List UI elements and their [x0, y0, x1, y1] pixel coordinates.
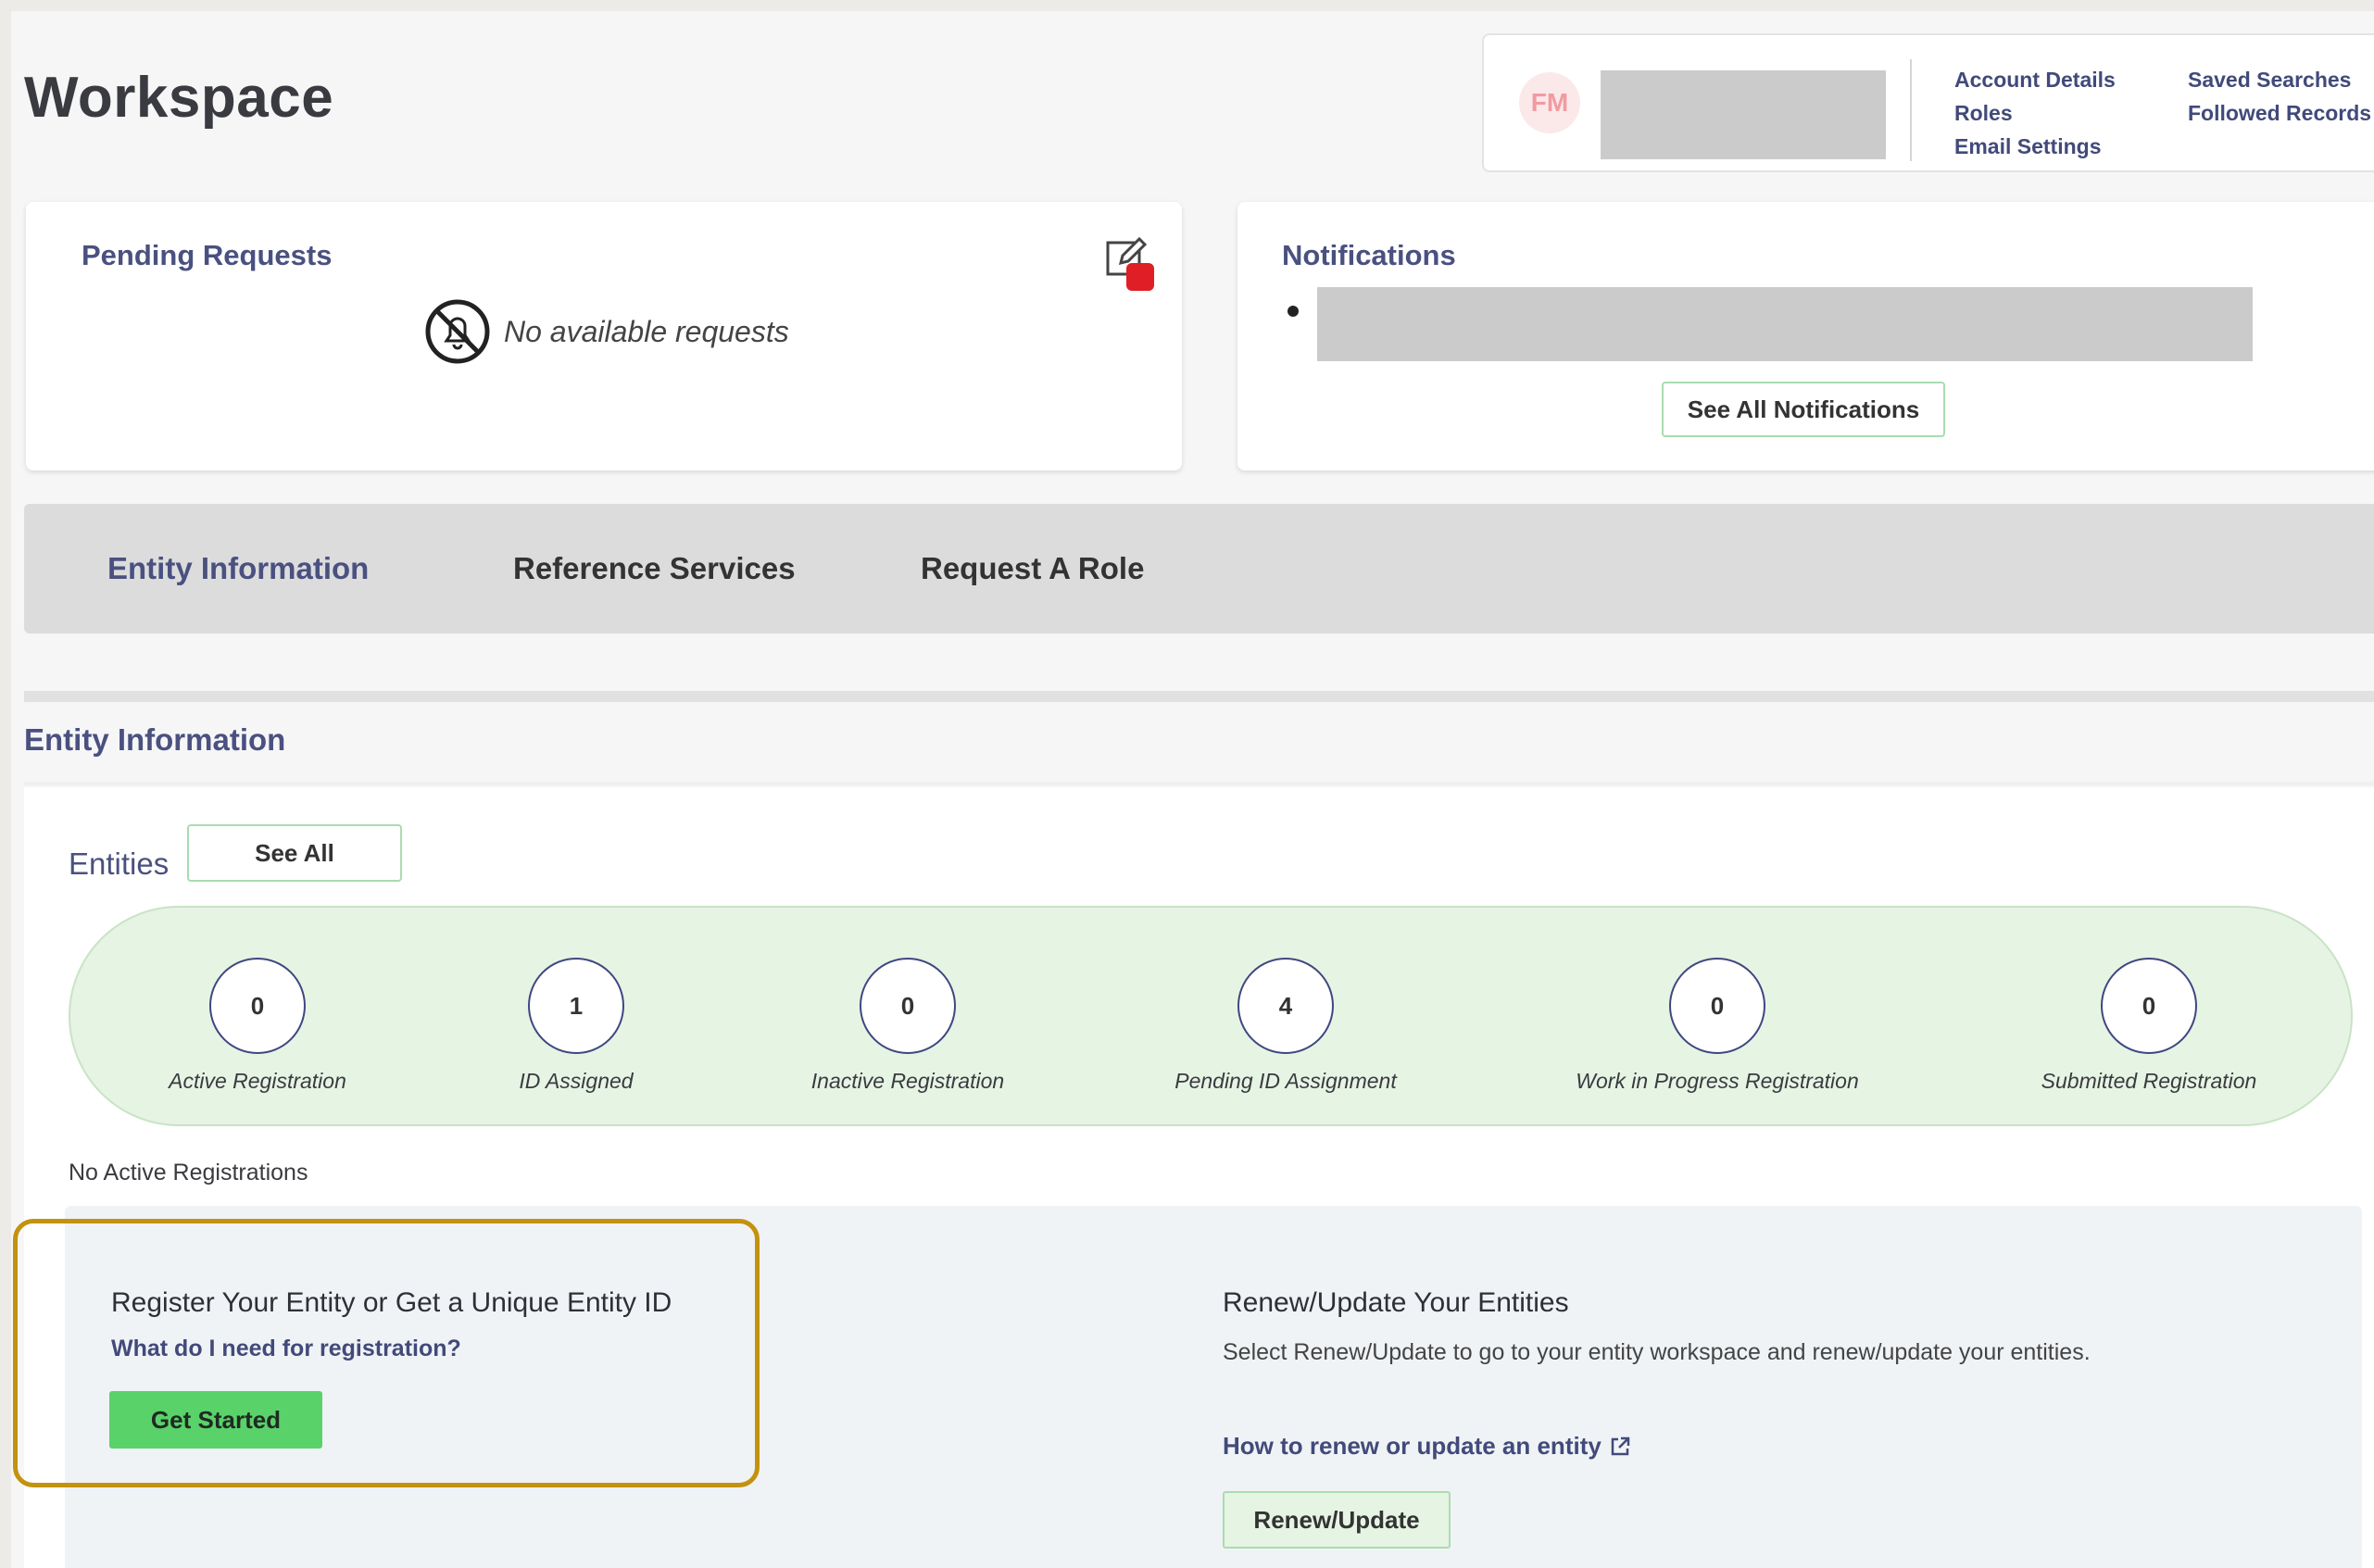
- stat-label: Submitted Registration: [2041, 1069, 2257, 1093]
- stat-label: Pending ID Assignment: [1174, 1069, 1397, 1093]
- tab-bar: Entity Information Reference Services Re…: [24, 504, 2374, 633]
- renew-help-link-text: How to renew or update an entity: [1223, 1432, 1602, 1460]
- stat-label: Inactive Registration: [810, 1069, 1005, 1093]
- stat-count: 0: [209, 958, 306, 1054]
- saved-links: Saved Searches Followed Records: [2188, 63, 2371, 130]
- no-requests-message: No available requests: [424, 298, 789, 365]
- page-title: Workspace: [24, 66, 334, 130]
- stat-count: 0: [860, 958, 956, 1054]
- redacted-notification: [1317, 287, 2253, 361]
- tab-entity-information[interactable]: Entity Information: [107, 504, 369, 633]
- stat-label: ID Assigned: [519, 1069, 634, 1093]
- pending-requests-title: Pending Requests: [82, 239, 333, 271]
- stat-count: 4: [1237, 958, 1334, 1054]
- tab-request-a-role[interactable]: Request A Role: [921, 504, 1144, 633]
- email-settings-link[interactable]: Email Settings: [1954, 130, 2116, 163]
- avatar[interactable]: FM: [1519, 72, 1580, 133]
- entities-label: Entities: [69, 847, 170, 881]
- redacted-user-name: [1601, 70, 1886, 159]
- account-links: Account Details Roles Email Settings: [1954, 63, 2116, 163]
- section-title: Entity Information: [24, 722, 286, 757]
- notification-bullet: [1287, 306, 1299, 317]
- notifications-title: Notifications: [1282, 239, 1456, 271]
- renew-update-button[interactable]: Renew/Update: [1223, 1491, 1451, 1549]
- entity-stats-bar: 0 Active Registration 1 ID Assigned 0 In…: [69, 906, 2353, 1126]
- roles-link[interactable]: Roles: [1954, 96, 2116, 130]
- external-link-icon: [1611, 1436, 1630, 1455]
- renew-help-link[interactable]: How to renew or update an entity: [1223, 1432, 1631, 1461]
- highlight-box: [13, 1219, 760, 1487]
- stat-submitted-registration[interactable]: 0 Submitted Registration: [1945, 958, 2353, 1094]
- no-active-registrations-text: No Active Registrations: [69, 1160, 308, 1185]
- stat-work-in-progress[interactable]: 0 Work in Progress Registration: [1514, 958, 1921, 1094]
- notifications-card: Notifications See All Notifications: [1237, 202, 2374, 470]
- renew-description: Select Renew/Update to go to your entity…: [1223, 1339, 2091, 1365]
- user-menu-card: FM Account Details Roles Email Settings …: [1482, 33, 2374, 172]
- divider: [24, 782, 2374, 785]
- see-all-entities-button[interactable]: See All: [187, 824, 402, 882]
- edit-requests-button[interactable]: 0: [1104, 235, 1154, 291]
- divider: [1910, 59, 1912, 161]
- see-all-notifications-button[interactable]: See All Notifications: [1662, 382, 1945, 437]
- tab-reference-services[interactable]: Reference Services: [513, 504, 796, 633]
- stat-count: 0: [2101, 958, 2197, 1054]
- renew-title: Renew/Update Your Entities: [1223, 1287, 1569, 1318]
- stat-label: Work in Progress Registration: [1576, 1069, 1859, 1093]
- divider: [24, 691, 2374, 702]
- saved-searches-link[interactable]: Saved Searches: [2188, 63, 2371, 96]
- pending-requests-card: Pending Requests No available requests 0: [26, 202, 1182, 470]
- stat-inactive-registration[interactable]: 0 Inactive Registration: [704, 958, 1112, 1094]
- stat-pending-id-assignment[interactable]: 4 Pending ID Assignment: [1082, 958, 1489, 1094]
- stat-label: Active Registration: [169, 1069, 346, 1093]
- followed-records-link[interactable]: Followed Records: [2188, 96, 2371, 130]
- page: Workspace FM Account Details Roles Email…: [11, 11, 2374, 1568]
- stat-count: 1: [528, 958, 624, 1054]
- notification-badge: 0: [1126, 263, 1154, 291]
- stat-count: 0: [1669, 958, 1765, 1054]
- no-requests-text: No available requests: [504, 314, 789, 348]
- no-bell-icon: [425, 299, 490, 364]
- account-details-link[interactable]: Account Details: [1954, 63, 2116, 96]
